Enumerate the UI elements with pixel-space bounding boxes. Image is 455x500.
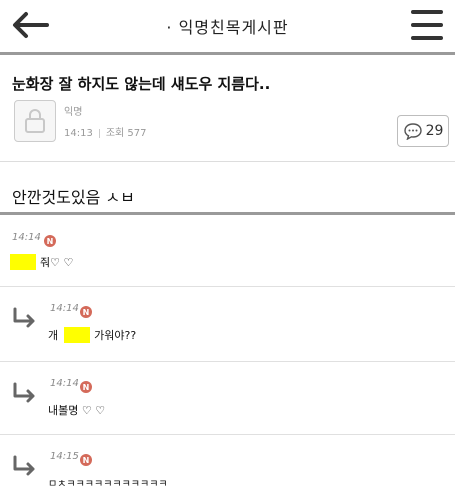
comment-body-end: 가워야?? xyxy=(94,329,137,342)
comment-time: 14:14 xyxy=(12,232,41,243)
redacted-highlight xyxy=(10,254,36,270)
new-badge: N xyxy=(80,381,92,393)
comment-time: 14:14 xyxy=(50,378,79,389)
comment-body-start: 개 xyxy=(48,329,59,342)
post-body: 안깐것도있음 ㅅㅂ xyxy=(12,188,135,207)
new-badge: N xyxy=(80,454,92,466)
menu-icon-line xyxy=(411,10,443,14)
comment-text: 줘♡ ♡ xyxy=(10,254,73,270)
comment-reply[interactable]: 14:14 N 내볼명 ♡ ♡ xyxy=(0,362,455,435)
comment-body: 줘♡ ♡ xyxy=(40,256,74,269)
speech-bubble-icon xyxy=(403,123,422,140)
comment-count-button[interactable]: 29 xyxy=(397,115,449,147)
menu-icon-line xyxy=(411,23,443,27)
body-divider xyxy=(0,212,455,215)
comment-time: 14:14 xyxy=(50,303,79,314)
comment-text: ㅁㅊㅋㅋㅋㅋㅋㅋㅋㅋㅋㅋㅋ xyxy=(48,479,168,490)
menu-button[interactable] xyxy=(411,10,443,40)
meta-divider xyxy=(98,128,100,138)
lock-icon xyxy=(25,109,45,133)
content-divider xyxy=(0,161,455,162)
comment-reply[interactable]: 14:15 N ㅁㅊㅋㅋㅋㅋㅋㅋㅋㅋㅋㅋㅋ xyxy=(0,435,455,500)
reply-arrow-icon xyxy=(13,307,35,328)
comment-count: 29 xyxy=(425,123,444,139)
comment-list: 14:14 N 줘♡ ♡ 14:14 N 개 가워야?? 14:14 N 내볼명… xyxy=(0,216,455,500)
views-label: 조회 xyxy=(105,128,125,139)
board-title: · 익명친목게시판 xyxy=(166,18,289,37)
comment-text: 내볼명 ♡ ♡ xyxy=(48,404,106,417)
top-bar: · 익명친목게시판 xyxy=(0,0,455,52)
avatar xyxy=(14,100,56,142)
menu-icon-line xyxy=(411,36,443,40)
redacted-highlight xyxy=(64,327,91,343)
post-time: 14:13 xyxy=(64,128,93,139)
new-badge: N xyxy=(80,306,92,318)
new-badge: N xyxy=(44,235,56,247)
post-header: 눈화장 잘 하지도 않는데 섀도우 지름다.. 익명 14:13 조회 577 2… xyxy=(0,55,455,161)
comment-time: 14:15 xyxy=(50,451,79,462)
post-title: 눈화장 잘 하지도 않는데 섀도우 지름다.. xyxy=(12,75,271,93)
reply-arrow-icon xyxy=(13,382,35,403)
views-count: 577 xyxy=(127,128,147,139)
comment-text: 개 가워야?? xyxy=(48,327,136,343)
post-meta: 14:13 조회 577 xyxy=(64,124,147,139)
post-author: 익명 xyxy=(64,107,83,118)
comment-reply[interactable]: 14:14 N 개 가워야?? xyxy=(0,287,455,362)
reply-arrow-icon xyxy=(13,455,35,476)
comment-item[interactable]: 14:14 N 줘♡ ♡ xyxy=(0,216,455,287)
